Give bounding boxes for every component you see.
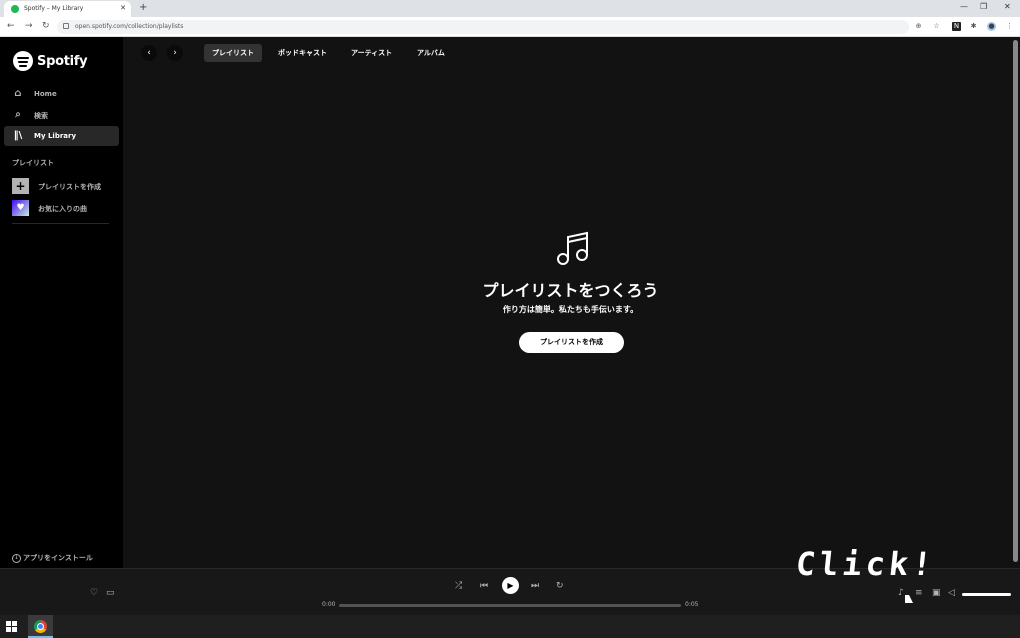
puzzle-icon[interactable]: ✱ xyxy=(969,22,978,31)
picture-in-picture-icon[interactable]: ▭ xyxy=(106,588,115,598)
next-track-icon[interactable]: ⏭ xyxy=(531,581,539,591)
library-icon: ‖\ xyxy=(13,130,23,141)
heart-icon[interactable]: ♡ xyxy=(90,588,98,598)
sidebar-divider xyxy=(12,223,109,224)
history-back-button[interactable]: ‹ xyxy=(141,45,157,61)
devices-icon[interactable]: ▣ xyxy=(932,588,941,598)
kebab-menu-icon[interactable]: ⋮ xyxy=(1005,22,1014,31)
history-forward-button[interactable]: › xyxy=(167,45,183,61)
sidebar-item-search[interactable]: ⌕ 検索 xyxy=(4,105,119,125)
tab-albums[interactable]: アルバム xyxy=(409,44,453,62)
install-app-link[interactable]: ↓ アプリをインストール xyxy=(12,553,93,563)
back-arrow-icon[interactable]: ← xyxy=(7,21,15,31)
reload-icon[interactable]: ↻ xyxy=(42,21,50,31)
sidebar: Spotify ⌂ Home ⌕ 検索 ‖\ My Library プレイリスト… xyxy=(0,37,123,568)
play-button[interactable]: ▶ xyxy=(502,577,519,594)
liked-songs-label: お気に入りの曲 xyxy=(38,205,87,213)
volume-slider[interactable] xyxy=(962,593,1011,596)
screen: Spotify – My Library ✕ + — ❐ ✕ ← → ↻ ope… xyxy=(0,0,1020,638)
microphone-icon[interactable]: ♪ xyxy=(898,588,904,598)
repeat-icon[interactable]: ↻ xyxy=(556,581,564,591)
new-tab-button[interactable]: + xyxy=(139,2,147,13)
browser-tab[interactable]: Spotify – My Library ✕ xyxy=(4,1,131,17)
home-icon: ⌂ xyxy=(14,88,22,99)
sidebar-item-label: 検索 xyxy=(34,112,48,120)
profile-avatar[interactable]: ● xyxy=(987,22,996,31)
lock-icon xyxy=(63,23,69,29)
url-text: open.spotify.com/collection/playlists xyxy=(75,23,184,30)
spotify-favicon-icon xyxy=(11,5,19,13)
tab-podcasts[interactable]: ポッドキャスト xyxy=(270,44,335,62)
download-icon: ↓ xyxy=(12,553,21,563)
sidebar-item-home[interactable]: ⌂ Home xyxy=(4,84,119,104)
install-app-label: アプリをインストール xyxy=(23,554,93,562)
tab-close-icon[interactable]: ✕ xyxy=(120,4,126,12)
maximize-button[interactable]: ❐ xyxy=(980,2,987,11)
chrome-icon xyxy=(34,620,47,633)
tab-playlists[interactable]: プレイリスト xyxy=(204,44,262,62)
player-bar: Click! ♡ ▭ ⤮ ⏮ ▶ ⏭ ↻ 0:00 0:05 ♪ ≡ ▣ ◁ xyxy=(0,545,1020,615)
main-view: ‹ › プレイリスト ポッドキャスト アーティスト アルバム プレイリストをつく… xyxy=(123,37,1011,568)
bookmark-star-icon[interactable]: ☆ xyxy=(932,22,941,31)
mouse-cursor-icon xyxy=(905,595,913,603)
previous-track-icon[interactable]: ⏮ xyxy=(480,581,488,591)
empty-state-title: プレイリストをつくろう xyxy=(482,281,659,300)
create-playlist-label: プレイリストを作成 xyxy=(38,183,101,191)
minimize-button[interactable]: — xyxy=(960,2,968,11)
sidebar-item-label: Home xyxy=(34,90,57,98)
sidebar-item-library[interactable]: ‖\ My Library xyxy=(4,126,119,146)
logo-text: Spotify xyxy=(37,54,88,69)
heart-icon: ♥ xyxy=(12,200,29,216)
windows-start-icon[interactable] xyxy=(6,621,17,632)
browser-tabbar: Spotify – My Library ✕ + — ❐ ✕ xyxy=(0,0,1020,17)
taskbar xyxy=(0,615,1020,638)
shuffle-icon[interactable]: ⤮ xyxy=(455,581,462,591)
browser-toolbar: ← → ↻ open.spotify.com/collection/playli… xyxy=(0,17,1020,37)
address-bar[interactable]: open.spotify.com/collection/playlists xyxy=(57,20,909,34)
liked-songs-link[interactable]: ♥ お気に入りの曲 xyxy=(12,200,120,216)
sidebar-item-label: My Library xyxy=(34,132,77,140)
tab-artists[interactable]: アーティスト xyxy=(343,44,400,62)
install-app-icon[interactable]: ⊕ xyxy=(914,22,923,31)
chrome-taskbar-button[interactable] xyxy=(28,615,53,638)
time-total: 0:05 xyxy=(685,601,699,608)
forward-arrow-icon[interactable]: → xyxy=(25,21,33,31)
queue-icon[interactable]: ≡ xyxy=(915,588,923,598)
scrollbar-thumb[interactable] xyxy=(1013,40,1018,562)
plus-icon: + xyxy=(12,178,29,194)
playlist-section-title: プレイリスト xyxy=(12,159,54,167)
volume-icon[interactable]: ◁ xyxy=(948,588,955,598)
spotify-logo-icon xyxy=(13,51,33,71)
window-close-button[interactable]: ✕ xyxy=(1004,2,1011,11)
click-annotation: Click! xyxy=(794,545,938,583)
tab-title: Spotify – My Library xyxy=(24,5,84,12)
create-playlist-button[interactable]: + プレイリストを作成 xyxy=(12,178,120,194)
time-elapsed: 0:00 xyxy=(322,601,336,608)
extension-icon[interactable]: N xyxy=(952,22,961,31)
create-playlist-cta-button[interactable]: プレイリストを作成 xyxy=(519,332,624,353)
progress-bar[interactable] xyxy=(339,604,681,607)
search-icon: ⌕ xyxy=(15,109,21,120)
music-note-icon xyxy=(557,231,588,265)
empty-state-subtitle: 作り方は簡単。私たちも手伝います。 xyxy=(502,305,639,314)
